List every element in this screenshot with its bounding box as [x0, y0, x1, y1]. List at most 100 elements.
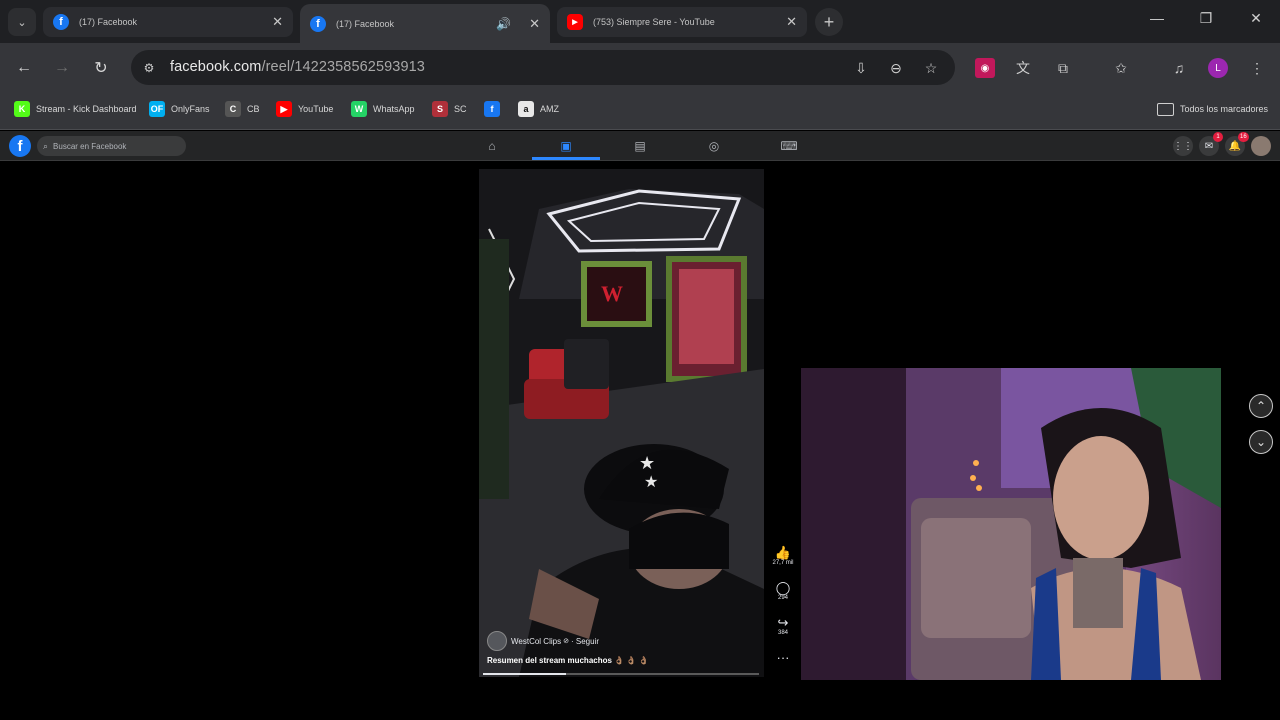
- site-info-icon[interactable]: ⚙: [140, 59, 158, 77]
- url-path: /reel/1422358562593913: [261, 59, 425, 75]
- follow-link[interactable]: · Seguir: [571, 637, 599, 646]
- reel-video[interactable]: W ★ ★: [479, 169, 764, 677]
- extensions-puzzle-icon[interactable]: ⧉: [1053, 58, 1073, 78]
- chevron-down-icon: ⌄: [1255, 435, 1267, 449]
- restore-button[interactable]: ❐: [1191, 10, 1221, 27]
- amazon-icon: a: [518, 101, 534, 117]
- next-reel-button[interactable]: ⌄: [1249, 430, 1273, 454]
- share-count: 384: [777, 630, 788, 636]
- close-icon[interactable]: ✕: [786, 14, 797, 30]
- search-icon: ⌕: [43, 140, 49, 151]
- kick-icon: K: [14, 101, 30, 117]
- nav-gaming-icon[interactable]: ⌨: [780, 138, 797, 154]
- tab-facebook-2[interactable]: f (17) Facebook 🔊 ✕: [300, 4, 550, 43]
- account-avatar[interactable]: [1251, 136, 1271, 156]
- arrow-right-icon: →: [54, 59, 70, 76]
- bookmark-label: SC: [454, 104, 467, 114]
- install-app-icon[interactable]: ⇩: [851, 58, 871, 78]
- minimize-button[interactable]: —: [1142, 10, 1172, 26]
- author-avatar[interactable]: [487, 631, 507, 651]
- comment-button[interactable]: ◯ 294: [770, 581, 796, 602]
- share-icon: ↪: [777, 615, 789, 630]
- arrow-left-icon: ←: [16, 59, 32, 76]
- browser-tab-strip: ⌄ f (17) Facebook ✕ f (17) Facebook 🔊 ✕ …: [0, 0, 1280, 43]
- zoom-icon[interactable]: ⊖: [886, 58, 906, 78]
- nav-marketplace-icon[interactable]: ▤: [632, 138, 648, 154]
- reel-progress-fill: [483, 673, 566, 675]
- tab-title: (17) Facebook: [79, 17, 138, 27]
- translate-icon[interactable]: 文: [1013, 58, 1033, 78]
- tab-youtube[interactable]: ▶ (753) Siempre Sere - YouTube ✕: [557, 7, 807, 37]
- reel-author[interactable]: WestCol Clips ⊘ · Seguir: [487, 631, 599, 651]
- reload-icon: ↻: [94, 60, 108, 77]
- more-icon: ···: [776, 650, 790, 665]
- tab-title: (17) Facebook: [336, 18, 395, 29]
- bookmark-label: WhatsApp: [373, 104, 415, 114]
- media-control-icon[interactable]: ♫: [1169, 58, 1189, 78]
- previous-reel-button[interactable]: ⌃: [1249, 394, 1273, 418]
- bookmark-label: CB: [247, 104, 260, 114]
- forward-button[interactable]: →: [51, 57, 73, 79]
- search-placeholder: Buscar en Facebook: [53, 141, 127, 151]
- all-bookmarks[interactable]: Todos los marcadores: [1157, 100, 1268, 118]
- active-tab-indicator: [532, 157, 600, 160]
- like-button[interactable]: 👍 27,7 mil: [770, 546, 796, 567]
- notifications-badge: 16: [1238, 132, 1249, 142]
- facebook-icon: f: [484, 101, 500, 117]
- author-name[interactable]: WestCol Clips: [511, 637, 561, 646]
- bookmark-label: Stream - Kick Dashboard: [36, 104, 137, 114]
- url-domain: facebook.com: [170, 59, 262, 75]
- bookmark-facebook[interactable]: f: [484, 100, 506, 118]
- onlyfans-icon: OF: [149, 101, 165, 117]
- verified-icon: ⊘: [563, 638, 569, 645]
- bookmark-stream-kick-dashboard[interactable]: K Stream - Kick Dashboard: [14, 100, 137, 118]
- whatsapp-icon: W: [351, 101, 367, 117]
- nav-reels-icon[interactable]: ▣: [558, 138, 574, 154]
- chevron-up-icon: ⌃: [1255, 399, 1267, 413]
- folder-icon: [1157, 102, 1174, 116]
- svg-text:W: W: [601, 281, 623, 306]
- tab-title: (753) Siempre Sere - YouTube: [593, 17, 715, 27]
- facebook-logo[interactable]: f: [9, 135, 31, 157]
- svg-text:★: ★: [639, 453, 655, 473]
- speaker-icon[interactable]: 🔊: [496, 17, 511, 31]
- menu-grid-icon[interactable]: ⋮⋮: [1173, 136, 1193, 156]
- sc-icon: S: [432, 101, 448, 117]
- facebook-icon: f: [310, 15, 326, 32]
- nav-groups-icon[interactable]: ◎: [706, 138, 722, 154]
- youtube-icon: ▶: [276, 101, 292, 117]
- plus-icon: +: [823, 11, 835, 32]
- close-icon[interactable]: ✕: [272, 14, 283, 30]
- favorites-icon[interactable]: ✩: [1111, 58, 1131, 78]
- profile-avatar[interactable]: L: [1208, 58, 1228, 78]
- nav-home-icon[interactable]: ⌂: [484, 138, 500, 154]
- new-tab-button[interactable]: +: [815, 8, 843, 36]
- back-button[interactable]: ←: [13, 57, 35, 79]
- menu-kebab-icon[interactable]: ⋮: [1247, 58, 1267, 78]
- bookmark-amz[interactable]: a AMZ: [518, 100, 559, 118]
- bookmark-youtube[interactable]: ▶ YouTube: [276, 100, 333, 118]
- bookmark-cb[interactable]: C CB: [225, 100, 260, 118]
- reel-caption: Resumen del stream muchachos 👌🏽 👌🏽 👌🏽: [487, 656, 649, 665]
- close-window-button[interactable]: ✕: [1241, 10, 1271, 27]
- bookmark-sc[interactable]: S SC: [432, 100, 467, 118]
- reel-progress-bar[interactable]: [483, 673, 759, 675]
- more-options-button[interactable]: ···: [770, 651, 796, 665]
- bookmark-star-icon[interactable]: ☆: [921, 58, 941, 78]
- extension-icon[interactable]: ◉: [975, 58, 995, 78]
- facebook-search-input[interactable]: ⌕ Buscar en Facebook: [37, 136, 186, 156]
- tab-facebook-1[interactable]: f (17) Facebook ✕: [43, 7, 293, 37]
- url-text[interactable]: facebook.com/reel/1422358562593913: [170, 59, 425, 75]
- bookmark-whatsapp[interactable]: W WhatsApp: [351, 100, 415, 118]
- comment-count: 294: [777, 595, 788, 601]
- webcam-frame: [801, 368, 1221, 680]
- share-button[interactable]: ↪ 384: [770, 615, 796, 637]
- bookmark-onlyfans[interactable]: OF OnlyFans: [149, 100, 210, 118]
- reload-button[interactable]: ↻: [90, 57, 112, 79]
- bookmark-label: AMZ: [540, 104, 559, 114]
- all-bookmarks-label: Todos los marcadores: [1180, 104, 1269, 114]
- tab-search-button[interactable]: ⌄: [8, 8, 36, 36]
- reel-video-frame: W ★ ★: [479, 169, 764, 677]
- close-icon[interactable]: ✕: [529, 16, 540, 32]
- bookmark-label: YouTube: [298, 104, 334, 114]
